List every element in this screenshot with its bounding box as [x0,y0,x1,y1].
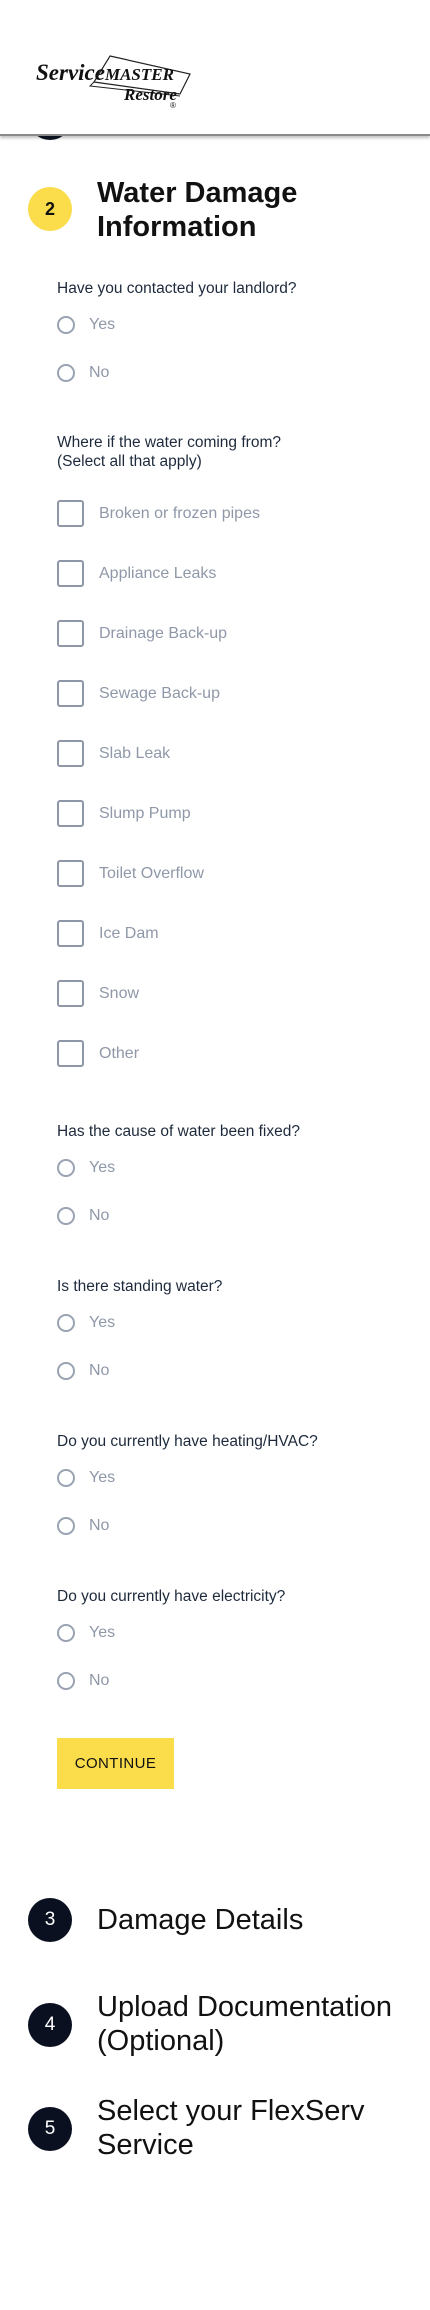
radio-standing-yes[interactable]: Yes [57,1314,115,1332]
checkbox-box[interactable] [57,980,84,1007]
radio-label: No [89,1207,110,1224]
radio-circle[interactable] [57,316,75,334]
radio-hvac-no[interactable]: No [57,1517,109,1535]
checkbox-label: Other [99,1044,140,1062]
radio-circle[interactable] [57,1624,75,1642]
radio-label: Yes [89,1314,116,1331]
radio-circle[interactable] [57,364,75,382]
radio-fixed-no[interactable]: No [57,1207,109,1225]
step-number-badge[interactable]: 5 [28,2107,72,2151]
checkbox-box[interactable] [57,740,84,767]
svg-text:®: ® [170,101,176,110]
step-title: Water Damage Information [97,177,298,243]
checkbox-box[interactable] [57,860,84,887]
question-standing-label: Is there standing water? [57,1278,223,1295]
radio-circle[interactable] [57,1314,75,1332]
radio-circle[interactable] [57,1362,75,1380]
checkbox-box[interactable] [57,680,84,707]
checkbox-label: Drainage Back-up [99,624,228,642]
checkbox-box[interactable] [57,560,84,587]
radio-label: No [89,1672,110,1689]
radio-label: No [89,1517,110,1534]
checkbox-box[interactable] [57,620,84,647]
radio-label: Yes [89,316,116,333]
radio-electricity-yes[interactable]: Yes [57,1624,115,1642]
radio-landlord-no[interactable]: No [57,364,109,382]
checkbox-other[interactable]: Other [57,1040,139,1067]
checkbox-label: Slab Leak [99,744,171,762]
checkbox-box[interactable] [57,800,84,827]
checkbox-label: Broken or frozen pipes [99,504,260,522]
checkbox-toilet-overflow[interactable]: Toilet Overflow [57,860,204,887]
site-header: ServiceMASTER Restore ® [0,0,430,136]
question-electricity-label: Do you currently have electricity? [57,1588,286,1605]
radio-label: Yes [89,1624,116,1641]
step-number-badge[interactable]: 3 [28,1898,72,1942]
step-title[interactable]: Select your FlexServ Service [97,2094,407,2162]
checkbox-label: Sewage Back-up [99,684,220,702]
radio-circle[interactable] [57,1469,75,1487]
radio-label: No [89,364,110,381]
radio-circle[interactable] [57,1207,75,1225]
checkbox-box[interactable] [57,1040,84,1067]
checkbox-appliance-leaks[interactable]: Appliance Leaks [57,560,216,587]
checkbox-label: Toilet Overflow [99,864,204,882]
checkbox-drainage-backup[interactable]: Drainage Back-up [57,620,227,647]
checkbox-label: Ice Dam [99,924,159,942]
radio-standing-no[interactable]: No [57,1362,109,1380]
radio-landlord-yes[interactable]: Yes [57,316,115,334]
checkbox-slump-pump[interactable]: Slump Pump [57,800,191,827]
question-source-label: Where if the water coming from? (Select … [57,434,281,470]
checkbox-box[interactable] [57,500,84,527]
radio-circle[interactable] [57,1672,75,1690]
servicemaster-restore-logo[interactable]: ServiceMASTER Restore ® [34,52,194,116]
checkbox-sewage-backup[interactable]: Sewage Back-up [57,680,220,707]
checkbox-slab-leak[interactable]: Slab Leak [57,740,170,767]
checkbox-label: Appliance Leaks [99,564,217,582]
question-landlord-label: Have you contacted your landlord? [57,280,297,297]
checkbox-ice-dam[interactable]: Ice Dam [57,920,159,947]
checkbox-broken-pipes[interactable]: Broken or frozen pipes [57,500,260,527]
radio-circle[interactable] [57,1517,75,1535]
question-hvac-label: Do you currently have heating/HVAC? [57,1433,318,1450]
checkbox-label: Slump Pump [99,804,191,822]
continue-button[interactable]: CONTINUE [57,1738,174,1789]
radio-label: Yes [89,1159,116,1176]
checkbox-box[interactable] [57,920,84,947]
step-number-badge: 2 [28,187,72,231]
radio-circle[interactable] [57,1159,75,1177]
radio-fixed-yes[interactable]: Yes [57,1159,115,1177]
checkbox-snow[interactable]: Snow [57,980,139,1007]
step-number-badge[interactable]: 4 [28,2003,72,2047]
radio-label: Yes [89,1469,116,1486]
radio-electricity-no[interactable]: No [57,1672,109,1690]
step-title[interactable]: Upload Documentation (Optional) [97,1990,407,2058]
checkbox-label: Snow [99,984,140,1002]
radio-hvac-yes[interactable]: Yes [57,1469,115,1487]
radio-label: No [89,1362,110,1379]
step-title[interactable]: Damage Details [97,1903,417,1937]
question-fixed-label: Has the cause of water been fixed? [57,1123,300,1140]
